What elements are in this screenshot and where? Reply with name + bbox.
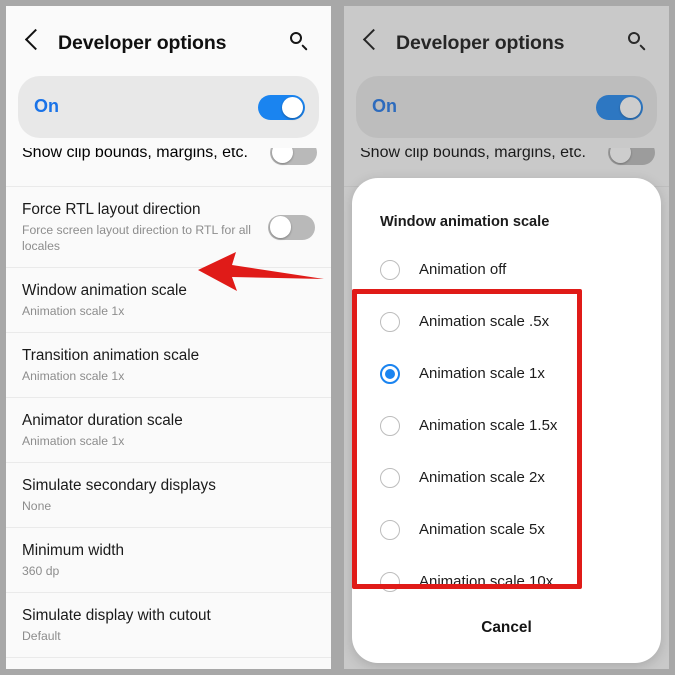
master-toggle-switch[interactable] xyxy=(258,95,305,120)
list-item-title: Window animation scale xyxy=(22,282,187,299)
master-toggle-label: On xyxy=(34,96,59,116)
list-item-subtitle: Default xyxy=(22,629,61,643)
list-item-title: Force RTL layout direction xyxy=(22,201,201,218)
list-item-simulate-display-with-cutout[interactable]: Simulate display with cutout Default xyxy=(6,592,331,657)
cancel-button[interactable]: Cancel xyxy=(352,619,661,637)
search-icon-ring xyxy=(290,32,302,44)
list-item-title: Simulate secondary displays xyxy=(22,477,216,494)
list-item-window-animation-scale[interactable]: Window animation scale Animation scale 1… xyxy=(6,267,331,332)
list-item-minimum-width[interactable]: Minimum width 360 dp xyxy=(6,527,331,592)
switch-knob xyxy=(269,216,292,238)
list-item-simulate-secondary-displays[interactable]: Simulate secondary displays None xyxy=(6,462,331,527)
list-item-title: Transition animation scale xyxy=(22,347,200,364)
list-item-title: Simulate display with cutout xyxy=(22,607,211,624)
list-item-subtitle: Animation scale 1x xyxy=(22,369,125,383)
force-rtl-switch[interactable] xyxy=(268,214,315,240)
list-item-animator-duration-scale[interactable]: Animator duration scale Animation scale … xyxy=(6,397,331,462)
page-title: Developer options xyxy=(58,32,227,54)
search-icon[interactable] xyxy=(290,32,309,51)
back-chevron-icon[interactable] xyxy=(24,28,47,51)
list-item-subtitle: Animation scale 1x xyxy=(22,304,125,318)
list-item-transition-animation-scale[interactable]: Transition animation scale Animation sca… xyxy=(6,332,331,397)
switch-knob xyxy=(281,96,304,119)
developer-options-master-card[interactable]: On xyxy=(18,76,319,138)
list-item-title: Animator duration scale xyxy=(22,412,183,429)
app-bar-left: Developer options xyxy=(6,6,331,68)
list-item-subtitle: None xyxy=(22,499,52,513)
list-item-show-text-id[interactable]: Show Text ID xyxy=(6,657,331,669)
left-phone-screen: Developer options On Show clip bounds, m… xyxy=(6,6,331,669)
screenshot-root: Developer options On Show clip bounds, m… xyxy=(0,0,675,675)
list-item-force-rtl[interactable]: Force RTL layout direction Force screen … xyxy=(6,186,331,267)
dialog-title: Window animation scale xyxy=(380,214,550,230)
radio-button[interactable] xyxy=(380,260,400,280)
list-item-title: Minimum width xyxy=(22,542,124,559)
switch-knob xyxy=(271,148,294,164)
list-item-subtitle: 360 dp xyxy=(22,564,60,578)
list-item-clipped[interactable]: Show clip bounds, margins, etc. xyxy=(6,148,331,186)
radio-option-label: Animation off xyxy=(419,261,507,278)
settings-list-left: Show clip bounds, margins, etc. Force RT… xyxy=(6,148,331,669)
red-highlight-box-around-scale-options xyxy=(352,289,582,589)
clipped-row-switch[interactable] xyxy=(270,148,317,165)
list-item-subtitle: Animation scale 1x xyxy=(22,434,125,448)
search-icon-handle xyxy=(300,44,308,51)
